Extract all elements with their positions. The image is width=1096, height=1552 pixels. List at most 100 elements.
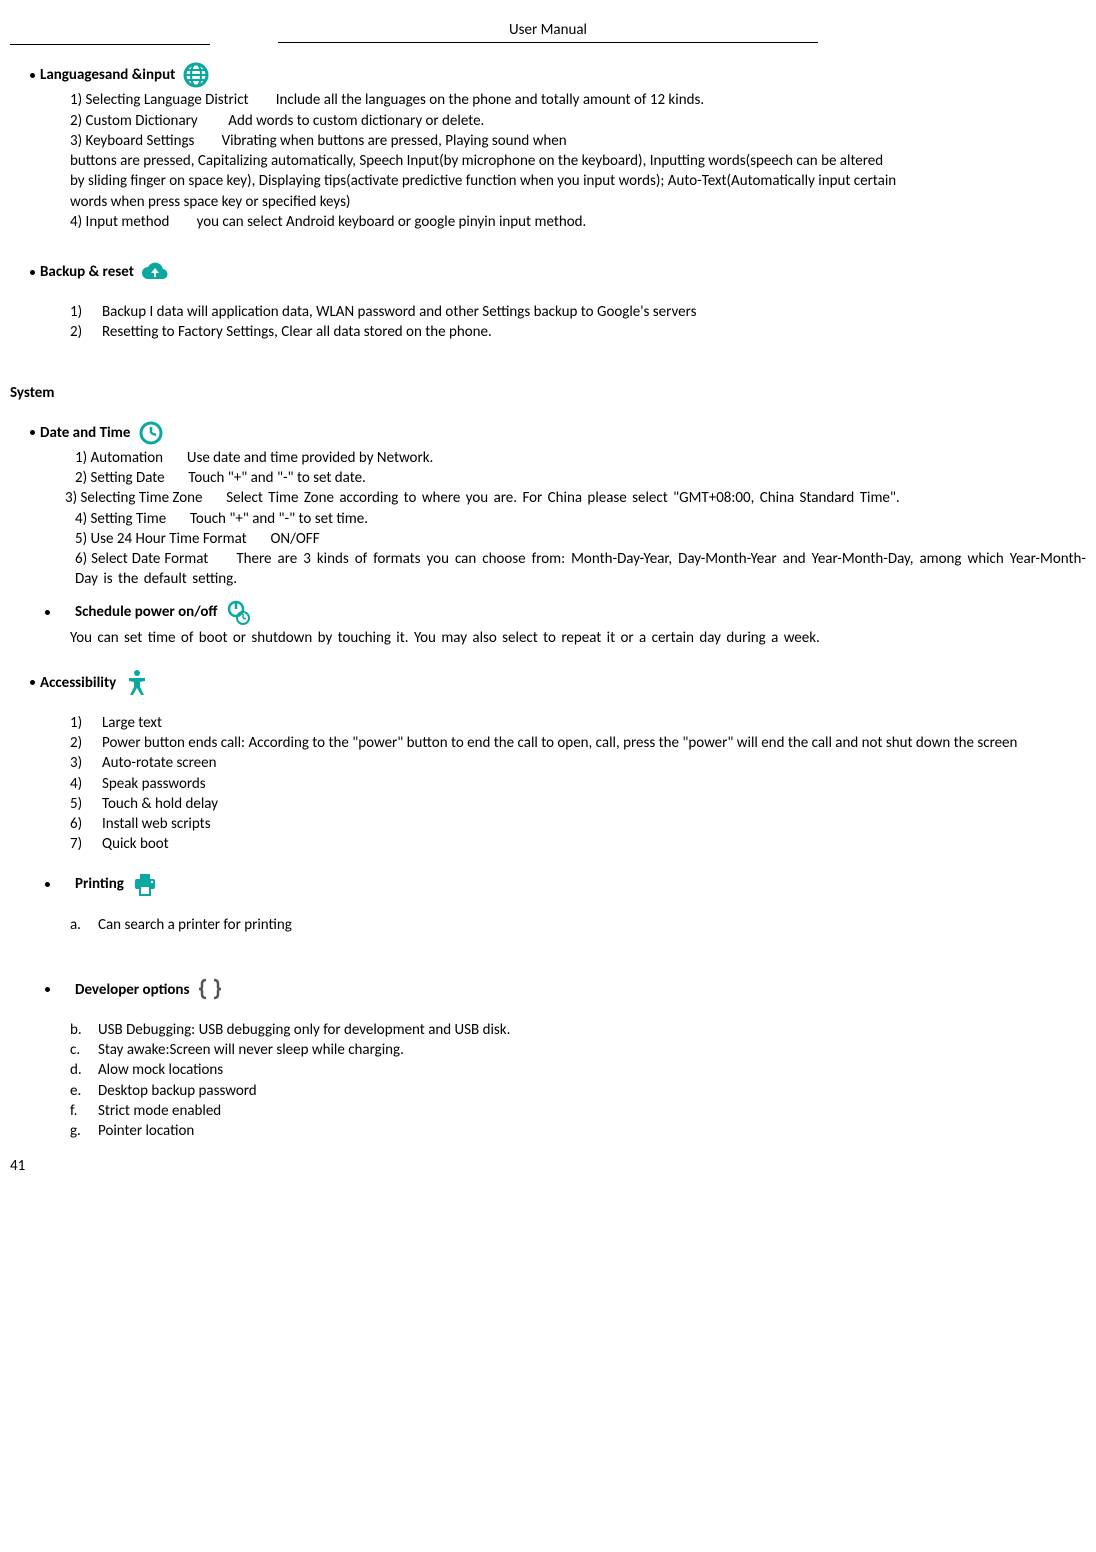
printing-list: a.Can search a printer for printing [70, 915, 1086, 935]
num: 5) [70, 794, 102, 814]
printer-icon [130, 870, 160, 900]
list-item: 4)Speak passwords [70, 774, 1086, 794]
text: Pointer location [98, 1121, 194, 1141]
bullet-icon [30, 270, 35, 275]
num: f. [70, 1101, 98, 1121]
num: b. [70, 1020, 98, 1040]
text: 1) Selecting Language District [70, 91, 249, 109]
page-number: 41 [10, 1156, 1086, 1176]
section-schedule: Schedule power on/off [45, 598, 1086, 628]
text: ON/OFF [270, 530, 319, 548]
backup-list: 1)Backup I data will application data, W… [70, 302, 1086, 343]
text: Use date and time provided by Network. [187, 449, 433, 467]
text: 5) Use 24 Hour Time Format [75, 530, 247, 548]
num: 6) [70, 814, 102, 834]
text: 1) Automation [75, 449, 163, 467]
text: Touch "+" and "-" to set time. [190, 510, 368, 528]
num: a. [70, 915, 98, 935]
text: Alow mock locations [98, 1060, 223, 1080]
text: 3) Keyboard Settings [70, 132, 194, 150]
lang-line3c: buttons are pressed, Capitalizing automa… [70, 151, 900, 212]
list-item: 5)Touch & hold delay [70, 794, 1086, 814]
cloud-upload-icon [140, 257, 170, 287]
list-item: g.Pointer location [70, 1121, 1086, 1141]
bullet-icon [30, 73, 35, 78]
num: g. [70, 1121, 98, 1141]
section-accessibility: Accessibility [30, 668, 1086, 698]
page-header: User Manual [278, 20, 818, 43]
braces-icon [195, 975, 225, 1005]
header-title: User Manual [509, 21, 587, 39]
dt-l4: 4) Setting Time Touch "+" and "-" to set… [75, 509, 1086, 529]
text: 4) Input method [70, 213, 169, 231]
num: d. [70, 1060, 98, 1080]
text: Desktop backup password [98, 1081, 257, 1101]
text: 2) Custom Dictionary [70, 112, 198, 130]
bullet-icon [45, 610, 50, 615]
dev-list: b.USB Debugging: USB debugging only for … [70, 1020, 1086, 1142]
text: Speak passwords [102, 774, 206, 794]
datetime-title: Date and Time [40, 423, 130, 443]
bullet-icon [45, 987, 50, 992]
section-lang-input: Languagesand &input [30, 60, 1086, 90]
dev-title: Developer options [75, 980, 189, 1000]
text: Power button ends call: [102, 734, 248, 752]
access-list: 1)Large text 2)Power button ends call: A… [70, 713, 1086, 855]
printing-title: Printing [75, 874, 124, 894]
text: 6) Select Date Format [75, 550, 208, 568]
dt-l2: 2) Setting Date Touch "+" and "-" to set… [75, 468, 1086, 488]
list-item: e.Desktop backup password [70, 1081, 1086, 1101]
list-item: 1)Large text [70, 713, 1086, 733]
text: Select Time Zone according to where you … [226, 489, 899, 507]
text: Power button ends call: According to the… [102, 733, 1017, 753]
bullet-icon [45, 882, 50, 887]
text: Touch "+" and "-" to set date. [188, 469, 366, 487]
num: 7) [70, 834, 102, 854]
globe-icon [181, 60, 211, 90]
clock-icon [136, 418, 166, 448]
text: you can select Android keyboard or googl… [197, 213, 587, 231]
dt-l3: 3) Selecting Time Zone Select Time Zone … [65, 488, 1086, 508]
schedule-body: You can set time of boot or shutdown by … [70, 628, 1086, 648]
accessibility-icon [122, 668, 152, 698]
text: Touch & hold delay [102, 794, 218, 814]
section-backup: Backup & reset [30, 257, 1086, 287]
list-item: 1)Backup I data will application data, W… [70, 302, 1086, 322]
lang-line2: 2) Custom Dictionary Add words to custom… [70, 111, 1086, 131]
lang-title: Languagesand &input [40, 65, 175, 85]
text: 4) Setting Time [75, 510, 166, 528]
num: 4) [70, 774, 102, 794]
num: e. [70, 1081, 98, 1101]
text: USB debugging only for development and U… [199, 1021, 511, 1039]
text: 3) Selecting Time Zone [65, 489, 203, 507]
bullet-icon [30, 680, 35, 685]
section-datetime: Date and Time [30, 418, 1086, 448]
list-item: d.Alow mock locations [70, 1060, 1086, 1080]
text: There are 3 kinds of formats you can cho… [75, 550, 1086, 588]
text: Install web scripts [102, 814, 211, 834]
text: USB Debugging: [98, 1021, 199, 1039]
text: 2) Setting Date [75, 469, 165, 487]
dt-l1: 1) Automation Use date and time provided… [75, 448, 1086, 468]
num: 3) [70, 753, 102, 773]
header-underline [10, 44, 210, 45]
num: 2) [70, 322, 102, 342]
dt-l5: 5) Use 24 Hour Time Format ON/OFF [75, 529, 1086, 549]
text: Stay awake:Screen will never sleep while… [98, 1040, 404, 1060]
list-item: 6)Install web scripts [70, 814, 1086, 834]
list-item: a.Can search a printer for printing [70, 915, 1086, 935]
num: 1) [70, 302, 102, 322]
text: Backup I data will application data, WLA… [102, 302, 696, 322]
text: USB Debugging: USB debugging only for de… [98, 1020, 510, 1040]
dt-l6: 6) Select Date Format There are 3 kinds … [75, 549, 1086, 590]
text: According to the "power" button to end t… [248, 734, 1017, 752]
num: 2) [70, 733, 102, 753]
num: c. [70, 1040, 98, 1060]
lang-line1: 1) Selecting Language District Include a… [70, 90, 1086, 110]
list-item: c.Stay awake:Screen will never sleep whi… [70, 1040, 1086, 1060]
list-item: 7)Quick boot [70, 834, 1086, 854]
section-developer: Developer options [45, 975, 1086, 1005]
power-schedule-icon [223, 598, 253, 628]
text: Auto-rotate screen [102, 753, 217, 773]
list-item: f.Strict mode enabled [70, 1101, 1086, 1121]
